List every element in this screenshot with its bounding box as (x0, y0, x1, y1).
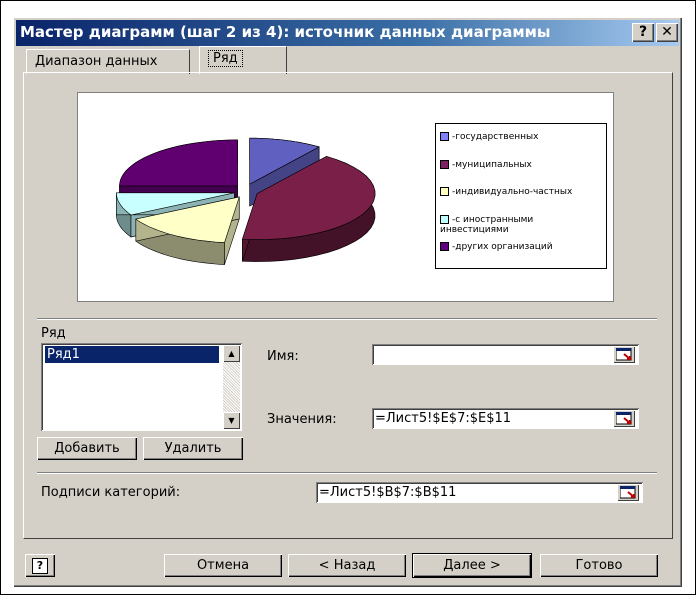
legend-item: -муниципальных (440, 160, 532, 170)
window-title: Мастер диаграмм (шаг 2 из 4): источник д… (20, 23, 551, 41)
category-labels-field[interactable]: =Лист5!$B$7:$B$11 (316, 482, 643, 503)
remove-series-button[interactable]: Удалить (143, 437, 243, 460)
legend-item: -с иностранными инвестициями (440, 215, 534, 235)
range-select-icon (616, 348, 632, 361)
range-select-icon (616, 412, 632, 425)
values-field[interactable]: =Лист5!$E$7:$E$11 (372, 408, 639, 429)
tab-series-label: Ряд (208, 50, 243, 67)
scroll-up-icon[interactable]: ▲ (223, 345, 240, 362)
add-series-button[interactable]: Добавить (37, 437, 137, 460)
help-icon: ? (32, 558, 48, 574)
legend-item: -индивидуально-частных (440, 187, 572, 197)
series-list-item[interactable]: Ряд1 (45, 346, 219, 363)
legend-swatch (440, 215, 449, 224)
chart-wizard-dialog: Мастер диаграмм (шаг 2 из 4): источник д… (13, 17, 682, 587)
range-select-icon (620, 486, 636, 499)
category-labels-label: Подписи категорий: (41, 485, 181, 500)
legend-item: -других организаций (440, 242, 553, 252)
tab-series[interactable]: Ряд (199, 46, 287, 74)
next-button[interactable]: Далее > (413, 554, 531, 577)
tab-data-range-label: Диапазон данных (35, 54, 158, 69)
separator (37, 318, 657, 320)
name-label: Имя: (267, 349, 299, 364)
values-label: Значения: (267, 412, 337, 427)
legend-item: -государственных (440, 132, 538, 142)
tab-data-range[interactable]: Диапазон данных (26, 49, 190, 74)
pie-slice (119, 139, 238, 187)
help-button[interactable]: ? (25, 554, 55, 577)
category-collapse-button[interactable] (617, 484, 639, 501)
values-collapse-button[interactable] (613, 410, 635, 427)
name-field[interactable] (372, 344, 639, 365)
help-title-button[interactable]: ? (632, 23, 654, 42)
chart-legend: -государственных -муниципальных -индивид… (435, 123, 607, 269)
separator (37, 472, 657, 474)
pie-chart (116, 137, 376, 265)
listbox-scrollbar[interactable]: ▲ ▼ (223, 345, 240, 429)
legend-swatch (440, 160, 449, 169)
close-button[interactable]: ✕ (656, 23, 678, 42)
series-listbox[interactable]: Ряд1 ▲ ▼ (41, 343, 242, 431)
back-button[interactable]: < Назад (288, 554, 406, 577)
finish-button[interactable]: Готово (540, 554, 658, 577)
series-section-label: Ряд (41, 326, 66, 341)
name-collapse-button[interactable] (613, 346, 635, 363)
legend-swatch (440, 132, 449, 141)
scroll-down-icon[interactable]: ▼ (223, 412, 240, 429)
chart-preview: -государственных -муниципальных -индивид… (77, 92, 614, 302)
title-bar: Мастер диаграмм (шаг 2 из 4): источник д… (16, 20, 679, 46)
legend-swatch (440, 242, 449, 251)
cancel-button[interactable]: Отмена (164, 554, 282, 577)
legend-swatch (440, 187, 449, 196)
